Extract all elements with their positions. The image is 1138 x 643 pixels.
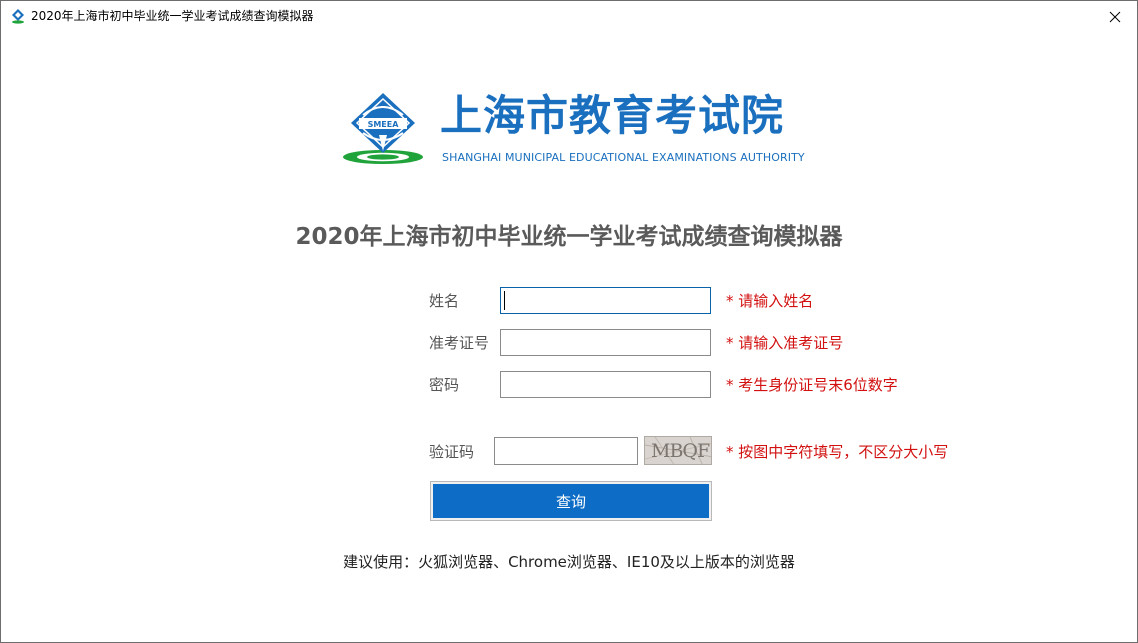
captcha-label: 验证码 [429, 443, 475, 461]
close-icon [1109, 11, 1121, 22]
ticket-input[interactable] [500, 329, 711, 356]
password-hint: * 考生身份证号末6位数字 [726, 376, 898, 394]
browser-recommendation: 建议使用：火狐浏览器、Chrome浏览器、IE10及以上版本的浏览器 [343, 553, 795, 571]
captcha-image[interactable]: MBQF [644, 436, 712, 465]
ticket-label: 准考证号 [429, 334, 490, 352]
svg-text:SMEEA: SMEEA [368, 120, 400, 129]
name-label: 姓名 [429, 292, 460, 310]
logo-title-cn: 上海市教育考试院 [440, 91, 785, 140]
text-caret [504, 291, 505, 310]
close-button[interactable] [1093, 1, 1137, 32]
smeea-emblem: SMEEA [341, 89, 425, 169]
name-hint: * 请输入姓名 [726, 292, 814, 310]
page-title: 2020年上海市初中毕业统一学业考试成绩查询模拟器 [295, 224, 843, 250]
query-button[interactable]: 查询 [433, 484, 709, 518]
logo-title-en: SHANGHAI MUNICIPAL EDUCATIONAL EXAMINATI… [442, 151, 805, 164]
app-logo-icon [10, 8, 26, 24]
submit-button-frame: 查询 [430, 481, 712, 521]
password-label: 密码 [429, 376, 460, 394]
ticket-hint: * 请输入准考证号 [726, 334, 844, 352]
title-bar: 2020年上海市初中毕业统一学业考试成绩查询模拟器 [1, 1, 1137, 32]
captcha-hint: * 按图中字符填写，不区分大小写 [726, 443, 949, 461]
captcha-input[interactable] [494, 437, 638, 465]
name-input[interactable] [500, 287, 711, 314]
app-window: 2020年上海市初中毕业统一学业考试成绩查询模拟器 SMEEA 上海市教育考试院… [0, 0, 1138, 643]
password-input[interactable] [500, 371, 711, 398]
window-title: 2020年上海市初中毕业统一学业考试成绩查询模拟器 [31, 9, 314, 23]
captcha-text: MBQF [651, 440, 710, 462]
